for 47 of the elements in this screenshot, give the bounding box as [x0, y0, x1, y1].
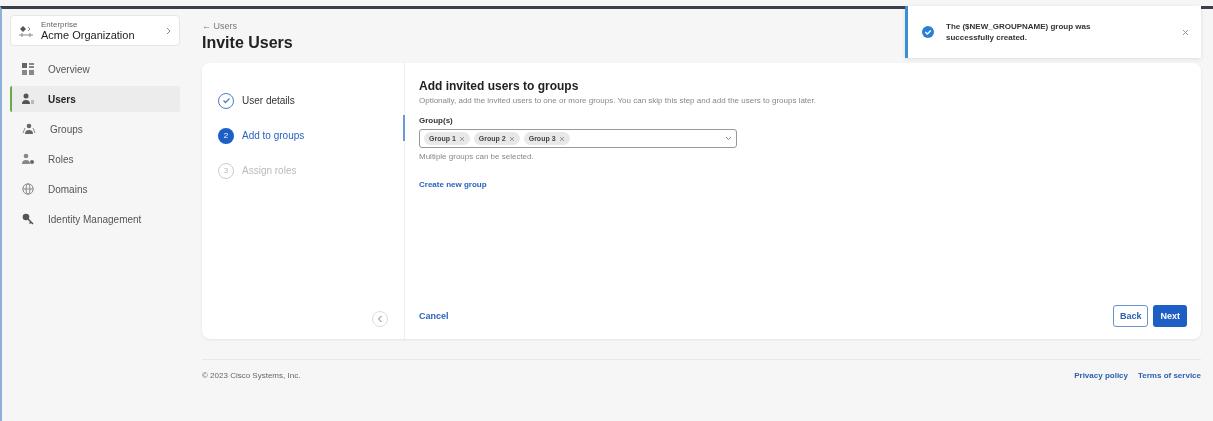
close-icon[interactable]	[458, 135, 465, 142]
user-badge-icon	[22, 153, 34, 165]
back-button[interactable]: Back	[1112, 305, 1149, 327]
grid-icon	[22, 63, 34, 75]
sidebar-item[interactable]: Identity Management	[10, 206, 180, 232]
create-group-link[interactable]: Create new group	[419, 180, 487, 189]
sidebar-item[interactable]: Overview	[10, 56, 180, 82]
user-icon	[22, 93, 34, 105]
section-title: Add invited users to groups	[419, 79, 580, 93]
sidebar-item[interactable]: Users	[10, 86, 180, 112]
network-icon	[19, 23, 33, 38]
cancel-button[interactable]: Cancel	[419, 311, 449, 321]
chevron-left-icon	[377, 315, 383, 323]
footer-link[interactable]: Terms of service	[1138, 371, 1201, 380]
org-type-label: Enterprise	[41, 20, 79, 29]
check-circle-icon	[922, 26, 934, 38]
toast-message: The ($NEW_GROUPNAME) group was successfully created.	[946, 20, 1092, 44]
close-icon[interactable]	[508, 135, 515, 142]
caret-icon	[725, 136, 732, 141]
collapse-button[interactable]	[372, 311, 388, 327]
organization-switcher[interactable]: Enterprise Acme Organization	[10, 15, 180, 46]
footer-link[interactable]: Privacy policy	[1074, 371, 1128, 380]
next-button[interactable]: Next	[1153, 305, 1187, 327]
sidebar-item-label: Domains	[48, 183, 88, 195]
close-icon[interactable]	[558, 135, 565, 142]
step-label[interactable]: User details	[242, 95, 295, 106]
field-label: Group(s)	[419, 116, 454, 125]
close-button[interactable]	[1182, 28, 1189, 36]
sidebar-item-label: Overview	[48, 63, 90, 75]
sidebar-item-label: Identity Management	[48, 213, 142, 225]
sidebar-item[interactable]: Roles	[10, 146, 180, 172]
globe-icon	[22, 183, 34, 195]
sidebar-item-label: Users	[48, 93, 76, 105]
help-text: Multiple groups can be selected.	[419, 152, 534, 161]
step-label[interactable]: Add to groups	[242, 130, 305, 141]
chevron-icon	[166, 26, 171, 35]
org-name: Acme Organization	[41, 29, 136, 41]
group-icon	[22, 123, 36, 135]
step-number: 2	[218, 127, 234, 144]
sidebar-item[interactable]: Groups	[10, 116, 180, 142]
sidebar-item-label: Roles	[48, 153, 74, 165]
section-description: Optionally, add the invited users to one or more groups. You can skip this step and add the users to groups later.	[419, 96, 817, 105]
sidebar-item[interactable]: Domains	[10, 176, 180, 202]
key-icon	[22, 213, 34, 225]
page-title: Invite Users	[202, 33, 293, 52]
copyright-text: © 2023 Cisco Systems, Inc.	[202, 371, 301, 380]
sidebar-item-label: Groups	[50, 123, 83, 135]
